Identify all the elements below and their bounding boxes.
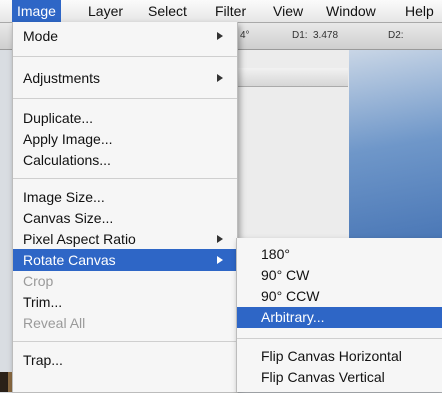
image-menu: Mode Adjustments Duplicate... Apply Imag… xyxy=(12,22,238,393)
menu-item-canvas-size[interactable]: Canvas Size... xyxy=(13,207,237,229)
menu-view[interactable]: View xyxy=(273,0,303,22)
menu-item-label: Mode xyxy=(23,28,59,44)
submenu-arrow-icon xyxy=(217,74,223,82)
submenu-item-flip-horizontal[interactable]: Flip Canvas Horizontal xyxy=(237,346,442,367)
menu-item-duplicate[interactable]: Duplicate... xyxy=(13,107,237,129)
menu-item-apply-image[interactable]: Apply Image... xyxy=(13,128,237,150)
d2-label: D2: xyxy=(388,30,404,41)
menu-layer[interactable]: Layer xyxy=(88,0,123,22)
menu-item-label: Crop xyxy=(23,273,54,289)
submenu-item-arbitrary[interactable]: Arbitrary... xyxy=(237,307,442,328)
separator xyxy=(13,56,237,57)
menu-item-calculations[interactable]: Calculations... xyxy=(13,149,237,171)
submenu-item-label: 90° CCW xyxy=(261,288,320,304)
menu-item-label: Apply Image... xyxy=(23,131,113,147)
submenu-arrow-icon xyxy=(217,32,223,40)
submenu-item-label: 90° CW xyxy=(261,267,310,283)
menu-item-label: Trap... xyxy=(23,352,63,368)
submenu-item-90-cw[interactable]: 90° CW xyxy=(237,265,442,286)
menu-item-pixel-aspect-ratio[interactable]: Pixel Aspect Ratio xyxy=(13,228,237,250)
menu-item-mode[interactable]: Mode xyxy=(13,25,237,47)
menu-item-image-size[interactable]: Image Size... xyxy=(13,186,237,208)
menu-filter[interactable]: Filter xyxy=(215,0,246,22)
menu-image[interactable]: Image xyxy=(12,0,61,22)
submenu-item-label: Flip Canvas Vertical xyxy=(261,369,385,385)
menu-item-trap[interactable]: Trap... xyxy=(13,349,237,371)
menu-help[interactable]: Help xyxy=(405,0,434,22)
menu-bar: Image Layer Select Filter View Window He… xyxy=(0,0,442,23)
menu-item-label: Reveal All xyxy=(23,315,86,331)
submenu-item-label: Flip Canvas Horizontal xyxy=(261,348,402,364)
menu-item-reveal-all[interactable]: Reveal All xyxy=(13,312,237,334)
menu-item-label: Pixel Aspect Ratio xyxy=(23,231,136,247)
separator xyxy=(13,178,237,179)
menu-item-trim[interactable]: Trim... xyxy=(13,291,237,313)
submenu-item-label: Arbitrary... xyxy=(261,309,325,325)
document-window-titlebar xyxy=(236,68,348,87)
d1-value: 3.478 xyxy=(313,30,339,41)
menu-item-adjustments[interactable]: Adjustments xyxy=(13,67,237,89)
menu-item-label: Trim... xyxy=(23,294,63,310)
submenu-item-flip-vertical[interactable]: Flip Canvas Vertical xyxy=(237,367,442,388)
separator xyxy=(237,338,442,339)
menu-item-crop[interactable]: Crop xyxy=(13,270,237,292)
angle-readout: 4° xyxy=(240,30,250,41)
rotate-canvas-submenu: 180° 90° CW 90° CCW Arbitrary... Flip Ca… xyxy=(236,238,442,392)
menu-item-label: Calculations... xyxy=(23,152,111,168)
submenu-item-label: 180° xyxy=(261,246,290,262)
desktop-background xyxy=(348,50,442,240)
separator xyxy=(13,341,237,342)
submenu-arrow-icon xyxy=(217,256,223,264)
menu-item-label: Duplicate... xyxy=(23,110,94,126)
menu-item-label: Adjustments xyxy=(23,70,101,86)
menu-window[interactable]: Window xyxy=(326,0,376,22)
separator xyxy=(13,98,237,99)
submenu-arrow-icon xyxy=(217,235,223,243)
menu-select[interactable]: Select xyxy=(148,0,187,22)
submenu-item-180[interactable]: 180° xyxy=(237,244,442,265)
menu-item-label: Rotate Canvas xyxy=(23,252,116,268)
menu-item-rotate-canvas[interactable]: Rotate Canvas xyxy=(13,249,237,271)
submenu-item-90-ccw[interactable]: 90° CCW xyxy=(237,286,442,307)
d1-label: D1: xyxy=(292,30,308,41)
menu-item-label: Image Size... xyxy=(23,189,105,205)
menu-item-label: Canvas Size... xyxy=(23,210,114,226)
